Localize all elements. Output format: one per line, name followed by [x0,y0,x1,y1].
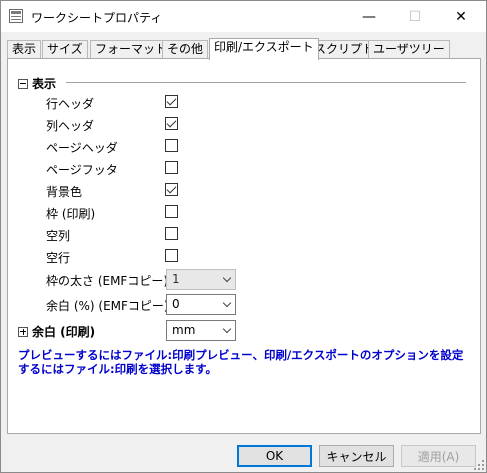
empty-column-checkbox[interactable] [165,227,178,240]
tab-user-tree[interactable]: ユーザツリー [368,40,450,59]
tab-strip: 表示 サイズ フォーマット その他 印刷/エクスポート スクリプト ユーザツリー [7,38,480,60]
cancel-button[interactable]: キャンセル [319,445,394,467]
property-panel: 表示 行ヘッダ 列ヘッダ ページヘッダ ページフッタ 背景色 枠 (印刷) 空列… [7,58,481,434]
title-bar: ワークシートプロパティ — ☐ ✕ [1,1,486,32]
group-margin-title: 余白 (印刷) [32,325,96,339]
empty-column-label: 空列 [46,229,71,243]
minimize-button[interactable]: — [346,1,392,32]
chevron-down-icon [222,298,232,308]
margin-percent-value: 0 [172,297,180,311]
expand-icon[interactable] [18,326,28,337]
page-footer-label: ページフッタ [46,163,118,177]
page-header-checkbox[interactable] [165,139,178,152]
row-header-label: 行ヘッダ [46,97,95,111]
page-header-label: ページヘッダ [46,141,118,155]
help-note: プレビューするにはファイル:印刷プレビュー、印刷/エクスポートのオプションを設定… [18,348,464,376]
collapse-icon[interactable] [18,78,28,89]
group-display-header[interactable]: 表示 [18,75,56,92]
row-header-checkbox[interactable] [165,95,178,108]
column-header-label: 列ヘッダ [46,119,95,133]
worksheet-icon [9,9,23,23]
empty-row-checkbox[interactable] [165,249,178,262]
margin-unit-dropdown[interactable]: mm [166,320,236,341]
border-width-label: 枠の太さ (EMFコピー) [46,274,169,288]
empty-row-label: 空行 [46,251,71,265]
background-color-label: 背景色 [46,185,83,199]
border-width-value: 1 [172,272,180,286]
ok-button[interactable]: OK [237,445,312,467]
tab-size[interactable]: サイズ [42,40,88,59]
margin-percent-dropdown[interactable]: 0 [166,294,236,315]
tab-misc[interactable]: その他 [162,40,209,59]
background-color-checkbox[interactable] [165,183,178,196]
margin-percent-label: 余白 (%) (EMFコピー) [46,299,169,313]
margin-unit-value: mm [172,323,196,337]
group-display-title: 表示 [32,77,57,91]
chevron-down-icon [222,324,232,334]
column-header-checkbox[interactable] [165,117,178,130]
tab-format[interactable]: フォーマット [90,40,173,59]
group-margin-header[interactable]: 余白 (印刷) [18,323,95,340]
resize-grip-icon[interactable] [474,460,484,470]
group-divider [66,82,466,83]
border-width-dropdown[interactable]: 1 [166,269,236,290]
close-button[interactable]: ✕ [438,1,484,32]
tab-print-export[interactable]: 印刷/エクスポート [209,38,319,60]
print-border-label: 枠 (印刷) [46,207,96,221]
chevron-down-icon [222,273,232,283]
dialog-window: ワークシートプロパティ — ☐ ✕ 表示 サイズ フォーマット その他 印刷/エ… [0,0,487,473]
window-title: ワークシートプロパティ [31,11,163,25]
tab-display[interactable]: 表示 [7,40,42,59]
apply-button[interactable]: 適用(A) [401,445,476,467]
maximize-button[interactable]: ☐ [392,1,438,32]
page-footer-checkbox[interactable] [165,161,178,174]
print-border-checkbox[interactable] [165,205,178,218]
